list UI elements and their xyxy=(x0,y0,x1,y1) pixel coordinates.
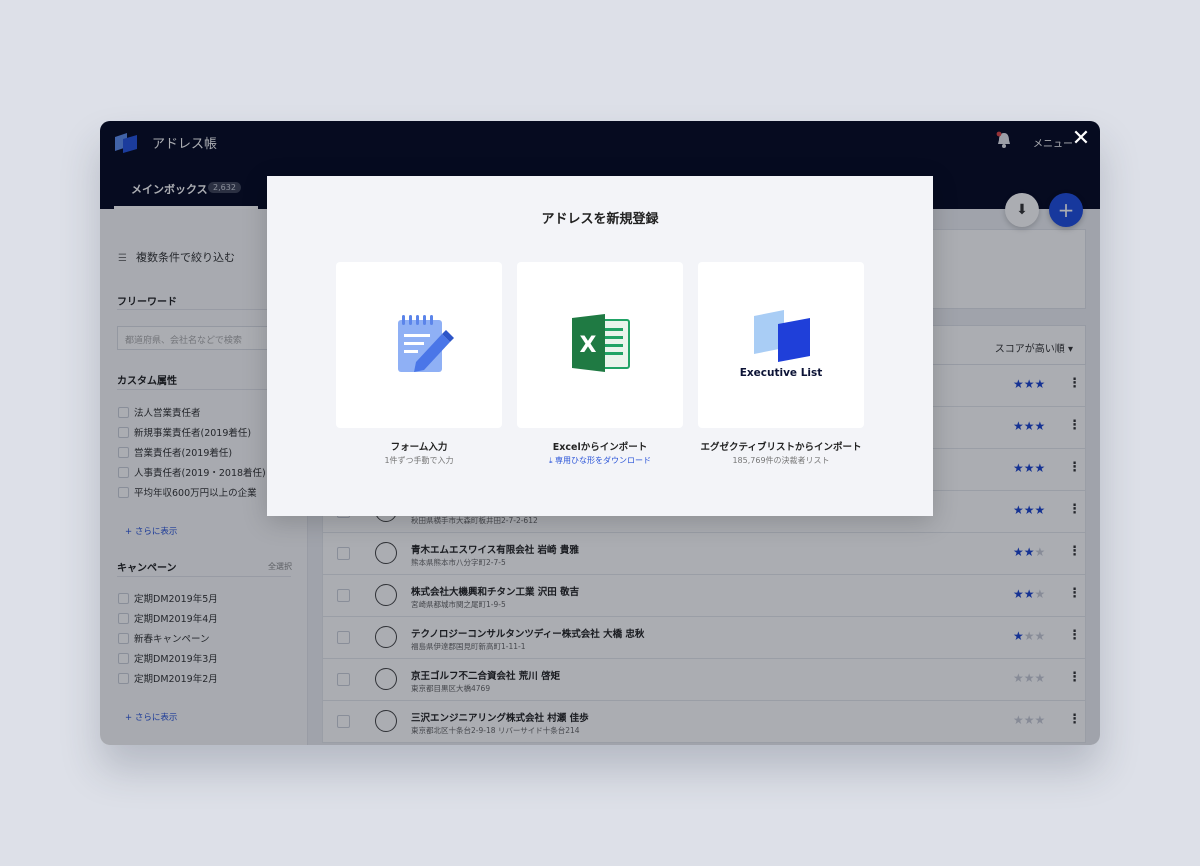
close-icon[interactable]: ✕ xyxy=(1070,128,1092,150)
executive-list-card[interactable]: Executive List xyxy=(698,262,864,428)
excel-import-card[interactable]: X xyxy=(517,262,683,428)
form-input-sub: 1件ずつ手動で入力 xyxy=(384,456,454,465)
excel-import-label: Excelからインポート xyxy=(552,442,648,453)
new-address-modal: アドレスを新規登録 フォーム入力 1件ずつ手動で入力 X Excelからインポー… xyxy=(267,176,933,516)
executive-list-logo-text: Executive List xyxy=(740,367,823,379)
form-input-card[interactable] xyxy=(336,262,502,428)
notepad-pencil-icon xyxy=(398,315,454,372)
svg-text:X: X xyxy=(580,333,597,358)
template-download-link[interactable]: ⤓ 専用ひな形をダウンロード xyxy=(500,455,700,466)
modal-title: アドレスを新規登録 xyxy=(541,212,659,227)
excel-icon: X xyxy=(572,314,630,372)
form-input-label: フォーム入力 xyxy=(390,442,448,453)
executive-list-logo: Executive List xyxy=(740,310,823,379)
executive-list-label: エグゼクティブリストからインポート xyxy=(700,442,862,453)
template-download-text: 専用ひな形をダウンロード xyxy=(555,456,652,465)
executive-list-sub: 185,769件の決裁者リスト xyxy=(732,456,830,465)
